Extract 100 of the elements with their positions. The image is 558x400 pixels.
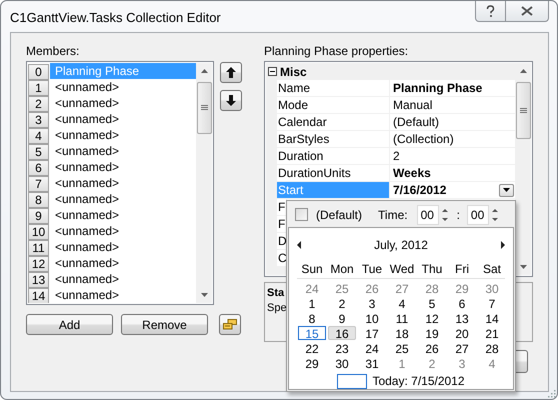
- calendar-day[interactable]: 29: [448, 280, 476, 294]
- calendar-day[interactable]: 30: [478, 280, 506, 294]
- calendar-day[interactable]: 26: [358, 280, 386, 294]
- dropdown-button[interactable]: [499, 184, 514, 196]
- month-label[interactable]: July, 2012: [374, 238, 428, 252]
- scroll-down-icon[interactable]: [201, 293, 208, 297]
- row-index: 12: [28, 256, 49, 272]
- hour-field[interactable]: 00: [416, 204, 439, 224]
- property-name[interactable]: Duration: [277, 148, 389, 164]
- calendar-day[interactable]: 28: [418, 280, 446, 294]
- member-item[interactable]: <unnamed>: [50, 223, 196, 239]
- calendar-day[interactable]: 10: [358, 310, 386, 324]
- property-value[interactable]: 2: [393, 148, 400, 164]
- calendar-day[interactable]: 17: [358, 326, 386, 340]
- member-item[interactable]: <unnamed>: [50, 159, 196, 175]
- calendar-day[interactable]: 3: [358, 296, 386, 310]
- calendar-day[interactable]: 5: [418, 296, 446, 310]
- calendar-day[interactable]: 23: [328, 340, 356, 354]
- calendar-day[interactable]: 15: [298, 326, 326, 340]
- member-item[interactable]: <unnamed>: [50, 175, 196, 191]
- calendar-day[interactable]: 4: [478, 356, 506, 370]
- member-item[interactable]: <unnamed>: [50, 271, 196, 287]
- help-button[interactable]: [475, 1, 506, 22]
- scrollbar[interactable]: [515, 63, 531, 275]
- property-name[interactable]: F: [277, 216, 286, 232]
- collapse-icon[interactable]: [268, 67, 277, 76]
- calendar-day[interactable]: 3: [448, 356, 476, 370]
- calendar-day[interactable]: 27: [448, 340, 476, 354]
- calendar-day[interactable]: 24: [358, 340, 386, 354]
- property-name[interactable]: Name: [277, 80, 389, 96]
- calendar-day[interactable]: 1: [298, 296, 326, 310]
- default-label: (Default): [316, 208, 362, 222]
- row-index: 9: [28, 208, 49, 224]
- calendar-day[interactable]: 11: [388, 310, 416, 324]
- calendar-day[interactable]: 31: [358, 356, 386, 370]
- member-item[interactable]: <unnamed>: [50, 239, 196, 255]
- calendar-day[interactable]: 18: [388, 326, 416, 340]
- property-name[interactable]: DurationUnits: [277, 165, 389, 181]
- windows-icon: [223, 319, 237, 330]
- scroll-thumb[interactable]: [516, 82, 531, 139]
- property-name[interactable]: C: [277, 250, 286, 266]
- calendar-day[interactable]: 9: [328, 310, 356, 324]
- scroll-down-icon[interactable]: [520, 265, 527, 269]
- property-name[interactable]: Mode: [277, 97, 389, 113]
- member-item[interactable]: <unnamed>: [50, 207, 196, 223]
- calendar-day[interactable]: 29: [298, 356, 326, 370]
- property-name[interactable]: Calendar: [277, 114, 389, 130]
- move-down-button[interactable]: [220, 90, 242, 111]
- member-item[interactable]: <unnamed>: [50, 191, 196, 207]
- member-item[interactable]: <unnamed>: [50, 287, 196, 303]
- calendar-day[interactable]: 27: [388, 280, 416, 294]
- calendar-day[interactable]: 25: [328, 280, 356, 294]
- calendar-day[interactable]: 16: [328, 326, 356, 340]
- calendar-day[interactable]: 4: [388, 296, 416, 310]
- move-up-button[interactable]: [220, 62, 242, 83]
- calendar-day[interactable]: 26: [418, 340, 446, 354]
- member-item[interactable]: <unnamed>: [50, 95, 196, 111]
- property-name[interactable]: D: [277, 233, 286, 249]
- scroll-up-icon[interactable]: [201, 69, 208, 73]
- member-item[interactable]: <unnamed>: [50, 111, 196, 127]
- member-item[interactable]: <unnamed>: [50, 127, 196, 143]
- member-item[interactable]: <unnamed>: [50, 143, 196, 159]
- calendar-day[interactable]: 19: [418, 326, 446, 340]
- property-pages-button[interactable]: [219, 314, 241, 335]
- scroll-thumb[interactable]: [197, 82, 212, 134]
- scrollbar[interactable]: [196, 63, 212, 303]
- calendar-day[interactable]: 7: [478, 296, 506, 310]
- property-name[interactable]: BarStyles: [277, 131, 389, 147]
- calendar-day[interactable]: 8: [298, 310, 326, 324]
- calendar-day[interactable]: 20: [448, 326, 476, 340]
- scroll-up-icon[interactable]: [520, 69, 527, 73]
- today-link[interactable]: Today: 7/15/2012: [372, 374, 465, 388]
- row-index: 2: [28, 96, 49, 112]
- calendar-day[interactable]: 22: [298, 340, 326, 354]
- property-name[interactable]: F: [277, 199, 286, 215]
- calendar-day[interactable]: 14: [478, 310, 506, 324]
- calendar-day[interactable]: 28: [478, 340, 506, 354]
- calendar-day[interactable]: 13: [448, 310, 476, 324]
- calendar-day[interactable]: 1: [388, 356, 416, 370]
- previous-month-icon[interactable]: [297, 241, 301, 249]
- member-item[interactable]: <unnamed>: [50, 255, 196, 271]
- calendar-day[interactable]: 2: [328, 296, 356, 310]
- remove-button[interactable]: Remove: [121, 314, 208, 335]
- weekday-label: Fri: [454, 261, 470, 278]
- calendar-day[interactable]: 12: [418, 310, 446, 324]
- calendar-day[interactable]: 2: [418, 356, 446, 370]
- next-month-icon[interactable]: [501, 241, 505, 249]
- calendar-day[interactable]: 24: [298, 280, 326, 294]
- checkbox[interactable]: [295, 208, 308, 221]
- add-button[interactable]: Add: [26, 314, 113, 335]
- calendar-day[interactable]: 6: [448, 296, 476, 310]
- calendar-day[interactable]: 25: [388, 340, 416, 354]
- minute-field[interactable]: 00: [466, 204, 489, 224]
- member-item[interactable]: <unnamed>: [50, 79, 196, 95]
- members-label: Members:: [26, 44, 80, 60]
- calendar-day[interactable]: 21: [478, 326, 506, 340]
- resize-grip-icon[interactable]: [548, 390, 556, 398]
- close-button[interactable]: [506, 1, 549, 22]
- weekday-label: Thu: [420, 261, 444, 278]
- calendar-day[interactable]: 30: [328, 356, 356, 370]
